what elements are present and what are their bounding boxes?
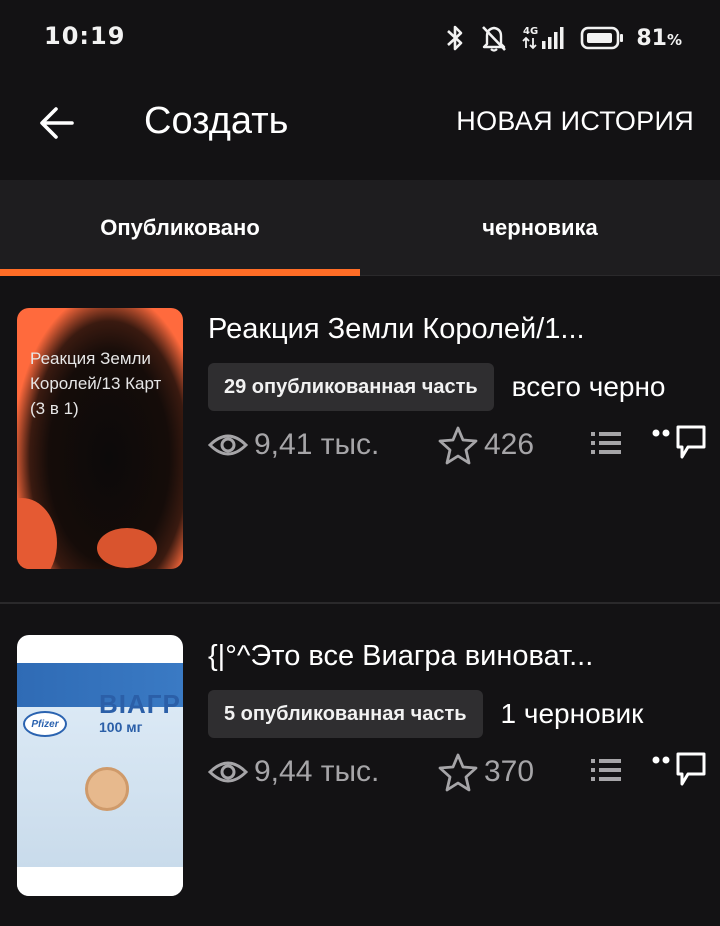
cover-title-text: Реакция Земли Королей/13 Карт (3 в 1) [30,349,162,418]
status-icons: 4G 81% [442,20,682,56]
votes-count: 426 [484,428,535,461]
more-options-button[interactable] [652,750,708,794]
stats-row: 9,44 тыс. 370 [208,750,708,794]
new-story-button[interactable]: НОВАЯ ИСТОРИЯ [456,106,694,137]
eye-icon [208,758,248,786]
arrow-left-icon [38,106,76,145]
story-title[interactable]: {|°^Это все Виагра виноват... [208,640,648,673]
story-cover[interactable]: Pfizer ВІАГР 100 мг [17,635,183,896]
cover-bottom [17,867,183,896]
signal-icon: 4G [520,23,568,53]
cover-brand-text: ВІАГР [99,689,181,719]
parts-row: 5 опубликованная часть 1 черновик [208,690,643,738]
story-cover[interactable]: Реакция Земли Королей/13 Карт (3 в 1) [17,308,183,569]
tab-bar: Опубликовано черновика [0,180,720,276]
votes-stat: 426 [438,423,534,467]
drafts-count: всего черно [511,371,666,402]
pfizer-logo: Pfizer [23,711,67,737]
app-bar: Создать НОВАЯ ИСТОРИЯ [0,78,720,180]
reads-count: 9,41 тыс. [254,428,380,461]
network-label: 4G [523,26,538,37]
more-comment-icon [652,750,708,795]
cover-decoration [17,498,57,569]
published-parts-badge: 5 опубликованная часть [208,690,483,738]
table-of-contents-button[interactable] [588,750,624,794]
reads-stat: 9,41 тыс. [208,423,379,467]
cover-dose-text: 100 мг [99,719,143,735]
story-card[interactable]: Pfizer ВІАГР 100 мг {|°^Это все Виагра в… [0,604,720,926]
status-time: 10:19 [44,22,126,50]
story-card[interactable]: Реакция Земли Королей/13 Карт (3 в 1) Ре… [0,277,720,603]
cover-decoration [97,528,157,568]
star-icon [438,752,478,792]
list-icon [589,429,623,462]
status-bar: 10:19 4G 81% [0,0,720,78]
battery-percent: 81% [636,25,682,51]
story-title[interactable]: Реакция Земли Королей/1... [208,313,648,346]
drafts-count: 1 черновик [500,698,644,729]
reads-count: 9,44 тыс. [254,755,380,788]
votes-stat: 370 [438,750,534,794]
more-options-button[interactable] [652,423,708,467]
battery-icon [580,25,624,51]
list-icon [589,756,623,789]
votes-count: 370 [484,755,535,788]
more-comment-icon [652,423,708,468]
stats-row: 9,41 тыс. 426 [208,423,708,467]
page-title: Создать [144,100,289,142]
eye-icon [208,431,248,459]
parts-row: 29 опубликованная часть всего черно [208,363,720,411]
back-button[interactable] [36,104,78,146]
pill-image [85,767,129,811]
star-icon [438,425,478,465]
tab-published[interactable]: Опубликовано [0,180,360,276]
tab-indicator [0,269,360,276]
mute-icon [480,23,508,53]
reads-stat: 9,44 тыс. [208,750,379,794]
bluetooth-icon [442,23,468,53]
tab-drafts[interactable]: черновика [360,180,720,276]
published-parts-badge: 29 опубликованная часть [208,363,494,411]
table-of-contents-button[interactable] [588,423,624,467]
